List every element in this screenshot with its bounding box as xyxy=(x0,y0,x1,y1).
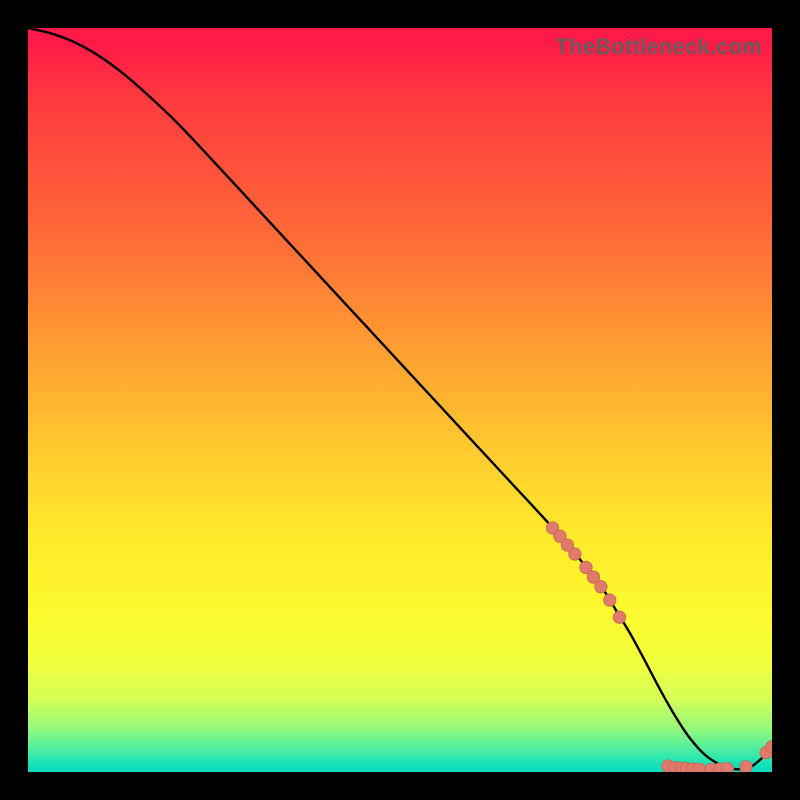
chart-svg xyxy=(28,28,772,772)
data-marker xyxy=(721,762,733,772)
data-marker xyxy=(569,548,581,560)
data-marker xyxy=(595,581,607,593)
plot-area: TheBottleneck.com xyxy=(28,28,772,772)
data-marker xyxy=(693,763,705,772)
watermark-text: TheBottleneck.com xyxy=(556,34,762,60)
data-marker xyxy=(613,611,625,623)
chart-stage: TheBottleneck.com xyxy=(0,0,800,800)
bottleneck-curve xyxy=(28,28,772,769)
data-marker xyxy=(740,761,752,772)
data-marker xyxy=(604,594,616,606)
